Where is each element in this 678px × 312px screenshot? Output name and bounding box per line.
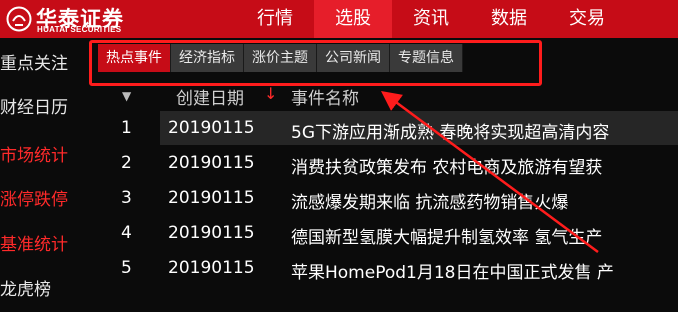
table-row[interactable]: 4 20190115 德国新型氢膜大幅提升制氢效率 氢气生产 <box>98 216 678 250</box>
row-event-name: 消费扶贫政策发布 农村电商及旅游有望获 <box>291 158 603 178</box>
huatai-logo-icon <box>6 6 32 32</box>
logo: 华泰证券 HUATAI SECURITIES <box>6 2 156 36</box>
sort-desc-arrow-icon[interactable]: ↓ <box>264 84 277 103</box>
table-row[interactable]: 3 20190115 流感爆发期来临 抗流感药物销售火爆 <box>98 181 678 215</box>
row-date: 20190115 <box>168 153 255 173</box>
row-date: 20190115 <box>168 118 255 138</box>
nav-hangqing[interactable]: 行情 <box>236 0 314 38</box>
row-number: 3 <box>121 188 132 208</box>
row-event-name: 德国新型氢膜大幅提升制氢效率 氢气生产 <box>291 228 603 248</box>
row-number: 5 <box>121 258 132 278</box>
main-nav: 行情 选股 资讯 数据 交易 <box>236 0 626 38</box>
nav-xuangu[interactable]: 选股 <box>314 0 392 38</box>
sidebar: 重点关注 财经日历 市场统计 涨停跌停 基准统计 龙虎榜 <box>0 38 90 300</box>
row-event-name: 苹果HomePod1月18日在中国正式发售 产 <box>291 263 614 283</box>
sidebar-item-market-stats[interactable]: 市场统计 <box>0 134 90 178</box>
nav-zixun[interactable]: 资讯 <box>392 0 470 38</box>
brand-name-en: HUATAI SECURITIES <box>37 25 122 34</box>
sidebar-item-longhubang[interactable]: 龙虎榜 <box>0 268 90 312</box>
row-number: 1 <box>121 118 132 138</box>
row-date: 20190115 <box>168 258 255 278</box>
row-number: 2 <box>121 153 132 173</box>
sidebar-item-limit[interactable]: 涨停跌停 <box>0 178 90 222</box>
annotation-highlight-box <box>89 40 542 86</box>
sort-triangle-icon[interactable]: ▼ <box>122 89 131 103</box>
table-row[interactable]: 5 20190115 苹果HomePod1月18日在中国正式发售 产 <box>98 251 678 285</box>
sidebar-item-focus[interactable]: 重点关注 <box>0 42 90 86</box>
row-number: 4 <box>121 223 132 243</box>
nav-jiaoyi[interactable]: 交易 <box>548 0 626 38</box>
sidebar-item-calendar[interactable]: 财经日历 <box>0 86 90 130</box>
nav-shuju[interactable]: 数据 <box>470 0 548 38</box>
header-date[interactable]: 创建日期 <box>176 84 244 109</box>
row-date: 20190115 <box>168 223 255 243</box>
table-row[interactable]: 1 20190115 5G下游应用渐成熟 春晚将实现超高清内容 <box>98 111 678 145</box>
top-bar: 华泰证券 HUATAI SECURITIES 行情 选股 资讯 数据 交易 <box>0 0 678 38</box>
row-event-name: 流感爆发期来临 抗流感药物销售火爆 <box>291 193 569 213</box>
table-header: ▼ 创建日期 ↓ 事件名称 <box>98 84 678 110</box>
table-row[interactable]: 2 20190115 消费扶贫政策发布 农村电商及旅游有望获 <box>98 146 678 180</box>
row-event-name: 5G下游应用渐成熟 春晚将实现超高清内容 <box>291 123 610 143</box>
header-event-name[interactable]: 事件名称 <box>291 84 359 109</box>
row-date: 20190115 <box>168 188 255 208</box>
sidebar-item-benchmark[interactable]: 基准统计 <box>0 223 90 267</box>
